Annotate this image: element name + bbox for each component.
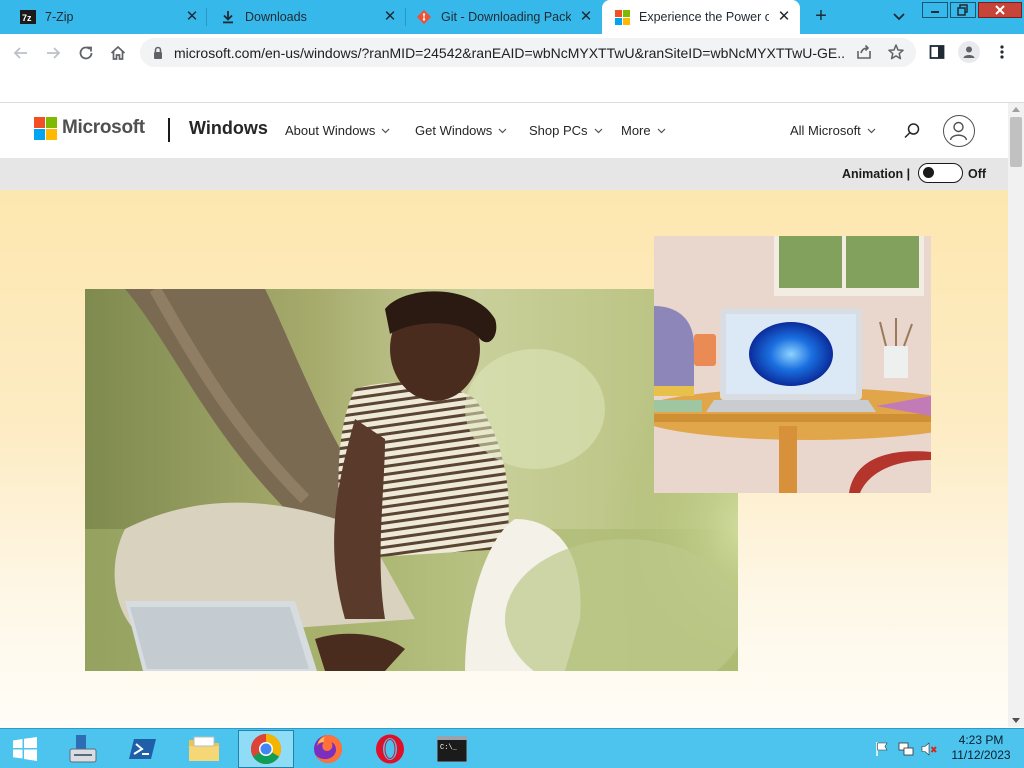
chevron-down-icon bbox=[381, 128, 390, 134]
tab-git[interactable]: Git - Downloading Packa ✕ bbox=[406, 0, 602, 34]
tab-title: Git - Downloading Packa bbox=[441, 10, 571, 24]
tab-microsoft-windows[interactable]: Experience the Power of ✕ bbox=[602, 0, 800, 34]
microsoft-wordmark[interactable]: Microsoft bbox=[62, 117, 145, 139]
hero-photo-woman-laptop bbox=[85, 289, 738, 671]
animation-toggle[interactable] bbox=[918, 163, 963, 183]
scroll-thumb[interactable] bbox=[1010, 117, 1022, 167]
minimize-button[interactable] bbox=[922, 2, 948, 18]
hero-photo-laptop-table bbox=[654, 236, 931, 493]
nav-more[interactable]: More bbox=[621, 123, 666, 138]
network-icon[interactable] bbox=[898, 741, 914, 757]
nav-shop-pcs[interactable]: Shop PCs bbox=[529, 123, 603, 138]
new-tab-button[interactable]: + bbox=[810, 6, 832, 28]
git-favicon-icon bbox=[416, 9, 432, 25]
reload-icon[interactable] bbox=[75, 42, 97, 64]
nav-label: Get Windows bbox=[415, 123, 493, 138]
url-text[interactable]: microsoft.com/en-us/windows/?ranMID=2454… bbox=[174, 45, 846, 61]
toggle-knob bbox=[923, 167, 934, 178]
svg-text:7z: 7z bbox=[22, 13, 32, 23]
restore-button[interactable] bbox=[950, 2, 976, 18]
side-panel-icon[interactable] bbox=[927, 42, 947, 62]
microsoft-logo-icon[interactable] bbox=[34, 117, 57, 140]
vertical-scrollbar[interactable] bbox=[1008, 103, 1024, 727]
kebab-menu-icon[interactable] bbox=[992, 42, 1012, 62]
animation-bar: Animation | Off bbox=[0, 158, 1008, 190]
address-bar[interactable]: microsoft.com/en-us/windows/?ranMID=2454… bbox=[140, 38, 916, 67]
file-explorer-icon[interactable] bbox=[176, 730, 232, 768]
nav-get-windows[interactable]: Get Windows bbox=[415, 123, 507, 138]
tab-strip: 7z 7-Zip ✕ Downloads ✕ Git - Downloading… bbox=[0, 0, 1024, 34]
tab-title: 7-Zip bbox=[45, 10, 74, 24]
server-manager-icon[interactable] bbox=[54, 730, 110, 768]
action-center-flag-icon[interactable] bbox=[874, 741, 890, 757]
animation-state-label: Off bbox=[968, 167, 987, 181]
clock-time: 4:23 PM bbox=[958, 733, 1004, 747]
close-icon[interactable]: ✕ bbox=[382, 9, 398, 25]
nav-label: More bbox=[621, 123, 651, 138]
tab-search-icon[interactable] bbox=[889, 8, 909, 26]
scroll-down-icon[interactable] bbox=[1012, 718, 1020, 723]
browser-toolbar: microsoft.com/en-us/windows/?ranMID=2454… bbox=[0, 34, 1024, 71]
web-page: Microsoft Windows About Windows Get Wind… bbox=[0, 103, 1008, 727]
sign-in-avatar-icon[interactable] bbox=[943, 115, 975, 147]
chevron-down-icon bbox=[498, 128, 507, 134]
chevron-down-icon bbox=[594, 128, 602, 134]
powershell-icon[interactable] bbox=[115, 730, 171, 768]
microsoft-favicon-icon bbox=[614, 9, 630, 25]
tab-title: Downloads bbox=[245, 10, 307, 24]
tab-7zip[interactable]: 7z 7-Zip ✕ bbox=[12, 0, 208, 34]
all-microsoft-menu[interactable]: All Microsoft bbox=[790, 123, 876, 138]
hero-section bbox=[0, 190, 1008, 727]
download-favicon-icon bbox=[220, 9, 236, 25]
lock-icon[interactable] bbox=[152, 46, 164, 60]
close-icon[interactable]: ✕ bbox=[776, 9, 792, 25]
close-window-button[interactable] bbox=[978, 2, 1022, 18]
home-icon[interactable] bbox=[107, 42, 129, 64]
chevron-down-icon bbox=[657, 128, 666, 134]
taskbar: C:\_ 4:23 PM 11/12/2023 bbox=[0, 728, 1024, 768]
close-icon[interactable]: ✕ bbox=[578, 9, 594, 25]
nav-label: About Windows bbox=[285, 123, 376, 138]
volume-muted-icon[interactable] bbox=[921, 741, 937, 757]
opera-icon[interactable] bbox=[362, 730, 418, 768]
nav-label: Shop PCs bbox=[529, 123, 588, 138]
firefox-icon[interactable] bbox=[300, 730, 356, 768]
site-header: Microsoft Windows About Windows Get Wind… bbox=[0, 103, 1008, 158]
tab-downloads[interactable]: Downloads ✕ bbox=[208, 0, 406, 34]
svg-text:C:\_: C:\_ bbox=[440, 744, 458, 752]
tab-separator bbox=[206, 8, 207, 26]
chrome-icon[interactable] bbox=[238, 730, 294, 768]
back-icon[interactable] bbox=[10, 42, 32, 64]
share-icon[interactable] bbox=[854, 42, 874, 62]
tab-title: Experience the Power of bbox=[639, 10, 769, 24]
nav-about-windows[interactable]: About Windows bbox=[285, 123, 390, 138]
bookmarks-spacer bbox=[0, 71, 1024, 103]
product-title[interactable]: Windows bbox=[189, 118, 268, 139]
profile-icon[interactable] bbox=[958, 41, 980, 63]
forward-icon[interactable] bbox=[42, 42, 64, 64]
system-clock[interactable]: 4:23 PM 11/12/2023 bbox=[944, 733, 1018, 763]
search-icon[interactable] bbox=[902, 121, 922, 141]
bookmark-star-icon[interactable] bbox=[886, 42, 906, 62]
chevron-down-icon bbox=[867, 128, 876, 134]
clock-date: 11/12/2023 bbox=[951, 748, 1011, 762]
command-prompt-icon[interactable]: C:\_ bbox=[424, 730, 480, 768]
all-microsoft-label: All Microsoft bbox=[790, 123, 861, 138]
animation-label: Animation | bbox=[842, 167, 911, 181]
windows-start-icon[interactable] bbox=[0, 730, 50, 768]
header-divider bbox=[168, 118, 170, 142]
7zip-favicon-icon: 7z bbox=[20, 9, 36, 25]
scroll-up-icon[interactable] bbox=[1012, 107, 1020, 112]
close-icon[interactable]: ✕ bbox=[184, 9, 200, 25]
